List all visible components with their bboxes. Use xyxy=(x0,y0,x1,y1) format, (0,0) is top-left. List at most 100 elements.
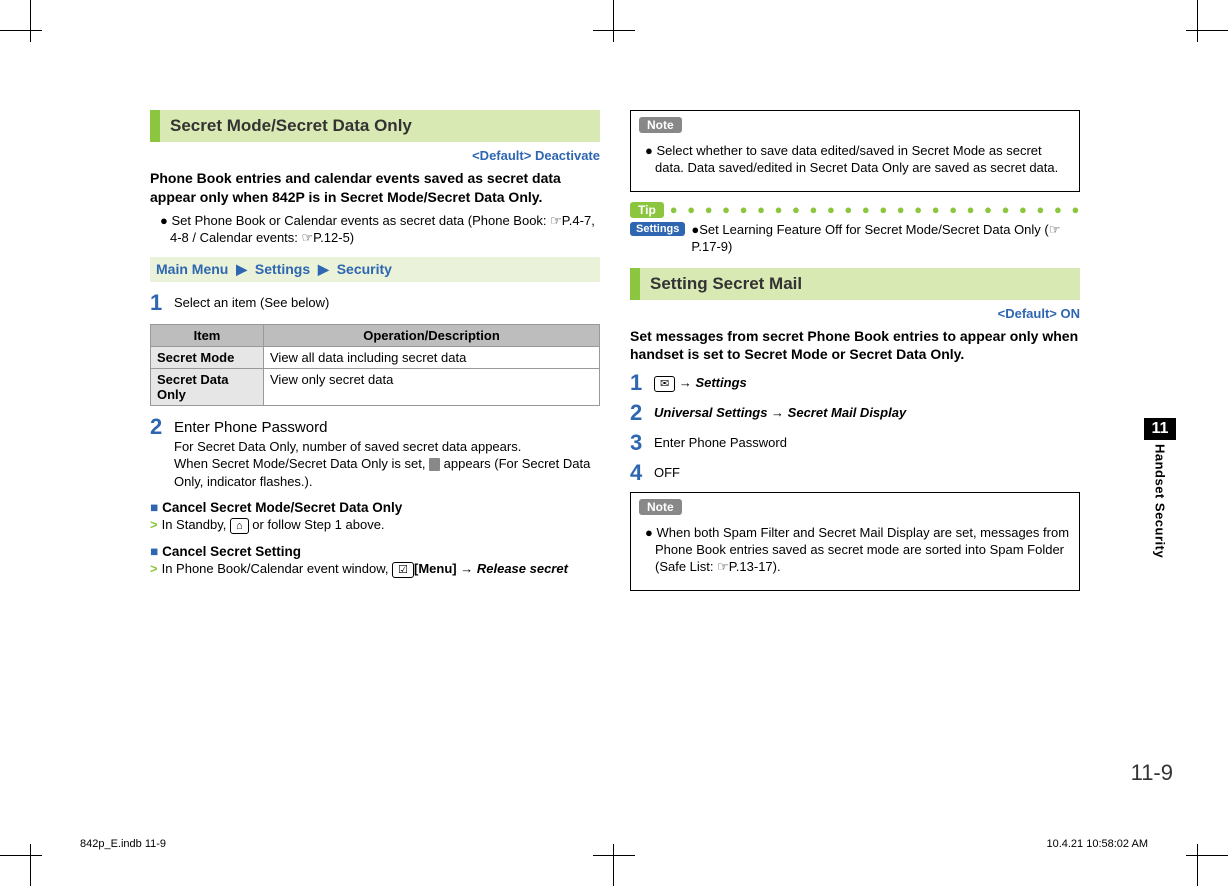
step-text: ✉ → Settings xyxy=(654,372,1080,394)
table-cell-item: Secret Data Only xyxy=(151,368,264,405)
gt-icon: > xyxy=(150,561,158,576)
note-text: When both Spam Filter and Secret Mail Di… xyxy=(645,525,1071,576)
cancel-secret-setting-line: > In Phone Book/Calendar event window, ☑[… xyxy=(150,561,600,578)
end-key-icon: ⌂ xyxy=(230,518,249,534)
menu-sep-icon: ▶ xyxy=(236,261,247,277)
crop-mark xyxy=(593,855,635,856)
lead-text: Phone Book entries and calendar events s… xyxy=(150,169,600,207)
table-row: Secret Mode View all data including secr… xyxy=(151,346,600,368)
tip-row: Tip ● ● ● ● ● ● ● ● ● ● ● ● ● ● ● ● ● ● … xyxy=(630,202,1080,218)
operation-table: Item Operation/Description Secret Mode V… xyxy=(150,324,600,406)
crop-mark xyxy=(0,855,42,856)
table-header-desc: Operation/Description xyxy=(264,324,600,346)
step-text: Universal Settings → Secret Mail Display xyxy=(654,402,1080,424)
tip-label: Tip xyxy=(630,202,664,218)
step-number: 2 xyxy=(630,402,654,424)
cancel-secret-setting-heading: ■ Cancel Secret Setting xyxy=(150,544,600,559)
step-text: Select an item (See below) xyxy=(174,292,600,314)
step-number: 2 xyxy=(150,416,174,491)
step-number: 4 xyxy=(630,462,654,484)
crop-mark xyxy=(1197,0,1198,42)
sub-heading-text: Cancel Secret Setting xyxy=(162,544,301,559)
gt-icon: > xyxy=(150,517,158,532)
footer-timestamp: 10.4.21 10:58:02 AM xyxy=(1046,838,1148,850)
note-label: Note xyxy=(639,117,682,133)
universal-settings-text: Universal Settings xyxy=(654,405,767,420)
table-header-item: Item xyxy=(151,324,264,346)
page-content: Secret Mode/Secret Data Only <Default> D… xyxy=(150,110,1080,599)
bullet-text: Set Phone Book or Calendar events as sec… xyxy=(160,213,600,247)
note-label: Note xyxy=(639,499,682,515)
release-secret-text: Release secret xyxy=(477,561,568,576)
step-3: 3 Enter Phone Password xyxy=(630,432,1080,454)
arrow-icon: → xyxy=(675,375,695,390)
step-1: 1 ✉ → Settings xyxy=(630,372,1080,394)
crop-mark xyxy=(613,0,614,42)
step-number: 1 xyxy=(630,372,654,394)
crop-mark xyxy=(1186,855,1228,856)
note-text: Select whether to save data edited/saved… xyxy=(645,143,1071,177)
table-cell-desc: View only secret data xyxy=(264,368,600,405)
menu-main: Main Menu xyxy=(156,261,228,277)
crop-mark xyxy=(593,30,635,31)
page-number: 11-9 xyxy=(1131,760,1173,786)
side-tab: 11 Handset Security xyxy=(1144,418,1176,561)
step-2: 2 Universal Settings → Secret Mail Displ… xyxy=(630,402,1080,424)
settings-badge: Settings xyxy=(630,222,685,236)
table-cell-item: Secret Mode xyxy=(151,346,264,368)
sub-heading-text: Cancel Secret Mode/Secret Data Only xyxy=(162,500,402,515)
step-title: Enter Phone Password xyxy=(174,419,327,436)
table-row: Secret Data Only View only secret data xyxy=(151,368,600,405)
step-note-pre: When Secret Mode/Secret Data Only is set… xyxy=(174,456,429,471)
menu-label: [Menu] xyxy=(414,561,457,576)
default-label: <Default> ON xyxy=(630,306,1080,321)
step-text: Enter Phone Password xyxy=(654,432,1080,454)
step-text: OFF xyxy=(654,462,1080,484)
chapter-label: Handset Security xyxy=(1153,444,1168,558)
text: or follow Step 1 above. xyxy=(249,517,385,532)
footer-file-info: 842p_E.indb 11-9 xyxy=(80,838,166,850)
menu-security: Security xyxy=(337,261,392,277)
menu-path: Main Menu ▶ Settings ▶ Security xyxy=(150,257,600,282)
menu-settings: Settings xyxy=(255,261,310,277)
section-heading-secret-mode: Secret Mode/Secret Data Only xyxy=(150,110,600,142)
text: In Standby, xyxy=(162,517,230,532)
step-4: 4 OFF xyxy=(630,462,1080,484)
right-column: Note Select whether to save data edited/… xyxy=(630,110,1080,599)
menu-key-icon: ☑ xyxy=(392,562,414,578)
menu-sep-icon: ▶ xyxy=(318,261,329,277)
secret-mail-display-text: Secret Mail Display xyxy=(788,405,907,420)
step-text: Enter Phone Password For Secret Data Onl… xyxy=(174,416,600,491)
step-number: 3 xyxy=(630,432,654,454)
mail-key-icon: ✉ xyxy=(654,376,675,392)
step-note: For Secret Data Only, number of saved se… xyxy=(174,439,521,454)
crop-mark xyxy=(30,844,31,886)
square-bullet-icon: ■ xyxy=(150,500,158,515)
table-cell-desc: View all data including secret data xyxy=(264,346,600,368)
settings-text: Settings xyxy=(695,375,746,390)
step-2: 2 Enter Phone Password For Secret Data O… xyxy=(150,416,600,491)
cancel-secret-mode-line: > In Standby, ⌂ or follow Step 1 above. xyxy=(150,517,600,534)
section-heading-secret-mail: Setting Secret Mail xyxy=(630,268,1080,300)
default-label: <Default> Deactivate xyxy=(150,148,600,163)
text: In Phone Book/Calendar event window, xyxy=(162,561,393,576)
tip-settings-row: Settings ●Set Learning Feature Off for S… xyxy=(630,222,1080,256)
note-box: Note When both Spam Filter and Secret Ma… xyxy=(630,492,1080,591)
crop-mark xyxy=(1186,30,1228,31)
crop-mark xyxy=(1197,844,1198,886)
settings-text: ●Set Learning Feature Off for Secret Mod… xyxy=(691,222,1080,256)
crop-mark xyxy=(30,0,31,42)
arrow-icon: → xyxy=(767,405,787,420)
crop-mark xyxy=(0,30,42,31)
table-header-row: Item Operation/Description xyxy=(151,324,600,346)
note-box: Note Select whether to save data edited/… xyxy=(630,110,1080,192)
step-1: 1 Select an item (See below) xyxy=(150,292,600,314)
left-column: Secret Mode/Secret Data Only <Default> D… xyxy=(150,110,600,584)
crop-mark xyxy=(613,844,614,886)
cancel-secret-mode-heading: ■ Cancel Secret Mode/Secret Data Only xyxy=(150,500,600,515)
chapter-number: 11 xyxy=(1144,418,1176,440)
dots-decoration: ● ● ● ● ● ● ● ● ● ● ● ● ● ● ● ● ● ● ● ● … xyxy=(670,202,1080,217)
secret-indicator-icon xyxy=(429,458,440,471)
square-bullet-icon: ■ xyxy=(150,544,158,559)
arrow-icon: → xyxy=(457,561,477,576)
